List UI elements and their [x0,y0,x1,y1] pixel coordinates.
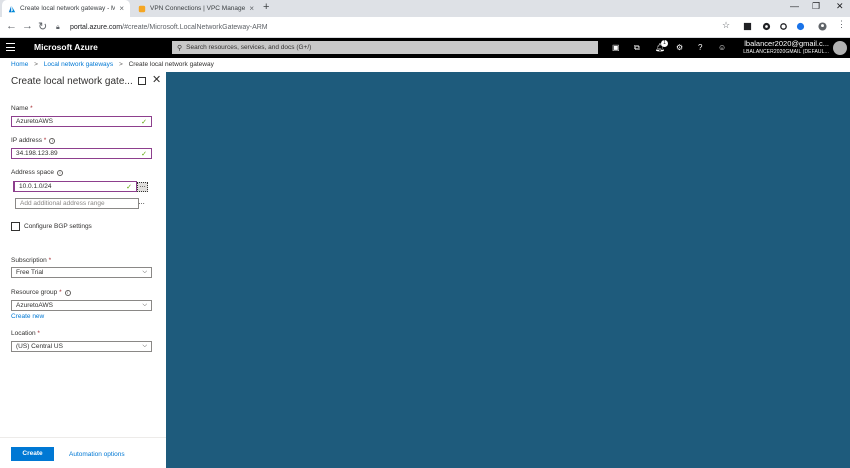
restore-icon[interactable]: ❐ [812,1,820,12]
info-icon: i [49,138,56,144]
name-field[interactable]: AzuretoAWS ✓ [11,116,152,127]
help-icon[interactable]: ? [698,43,702,52]
feedback-icon[interactable]: ☺ [718,43,726,52]
url-path: /#create/Microsoft.LocalNetworkGateway-A… [122,24,268,31]
account-tenant: LBALANCER2020GMAIL (DEFAUL... [743,49,829,55]
extension-icon[interactable] [743,22,752,31]
breadcrumb-local-network-gateways[interactable]: Local network gateways [44,61,113,68]
chevron-down-icon: ⌵ [142,302,147,308]
breadcrumb-home[interactable]: Home [11,61,28,68]
bgp-checkbox[interactable] [11,222,20,231]
resource-group-value: AzuretoAWS [16,302,53,309]
hamburger-menu-icon[interactable] [6,43,15,52]
settings-gear-icon[interactable]: ⚙ [676,43,683,52]
close-tab-icon[interactable]: × [249,4,254,13]
location-label: Location * [11,330,40,337]
reload-icon[interactable]: ↻ [38,20,47,33]
create-blade: Create local network gate... ✕ Name * Az… [0,72,166,468]
checkmark-icon: ✓ [126,183,132,191]
url-host: portal.azure.com [70,24,123,31]
lock-icon: 🔒︎ [56,23,60,31]
name-label: Name * [11,105,33,112]
new-tab-button[interactable]: + [263,1,269,13]
browser-tab-aws[interactable]: VPN Connections | VPC Managem × [132,0,260,17]
azure-icon [8,5,16,12]
cloud-shell-icon[interactable]: ▣ [612,43,620,52]
bgp-label: Configure BGP settings [24,223,92,230]
aws-icon [138,5,146,12]
breadcrumb-separator: > [118,61,123,68]
azure-brand[interactable]: Microsoft Azure [34,42,98,52]
browser-tab-title: VPN Connections | VPC Managem [150,5,246,12]
address-space-value: 10.0.1.0/24 [19,183,52,190]
subscription-select[interactable]: Free Trial ⌵ [11,267,152,278]
info-icon: i [57,170,63,176]
automation-options-link[interactable]: Automation options [69,451,125,458]
directory-filter-icon[interactable]: ⧉ [634,43,640,53]
checkmark-icon: ✓ [141,118,147,126]
ip-address-value: 34.198.123.89 [16,150,58,157]
row-more-options-icon[interactable]: ··· [137,182,148,192]
row-more-options-icon[interactable]: ··· [138,199,145,208]
subscription-label: Subscription * [11,257,52,264]
location-value: (US) Central US [16,343,63,350]
profile-icon[interactable] [818,22,827,31]
browser-toolbar: ← → ↻ 🔒︎ portal.azure.com/#create/Micros… [0,17,850,38]
breadcrumb: Home > Local network gateways > Create l… [11,61,214,68]
page-title: Create local network gate... [11,76,133,87]
ip-address-label: IP address * i [11,137,56,144]
subscription-value: Free Trial [16,269,44,276]
resource-group-select[interactable]: AzuretoAWS ⌵ [11,300,152,311]
info-icon: i [64,290,71,296]
notification-badge: 1 [661,40,668,47]
chevron-down-icon: ⌵ [142,269,147,275]
close-window-icon[interactable]: ✕ [836,1,844,12]
extension-icon[interactable] [796,22,805,31]
breadcrumb-separator: > [34,61,38,68]
more-menu-icon[interactable]: ⋮ [837,19,846,29]
account-menu[interactable]: lbalancer2020@gmail.c... LBALANCER2020GM… [743,40,829,56]
chevron-down-icon: ⌵ [142,343,147,349]
create-new-link[interactable]: Create new [11,313,44,320]
browser-tabstrip: Create local network gateway - M × VPN C… [0,0,850,17]
ip-address-field[interactable]: 34.198.123.89 ✓ [11,148,152,159]
create-button[interactable]: Create [11,447,54,461]
back-arrow-icon[interactable]: ← [6,20,17,32]
minimize-icon[interactable]: — [790,1,799,11]
browser-tab-azure[interactable]: Create local network gateway - M × [2,0,130,17]
address-space-label: Address space i [11,169,63,176]
name-value: AzuretoAWS [16,118,53,125]
search-placeholder: Search resources, services, and docs (G+… [186,44,312,51]
global-search-input[interactable]: ⚲ Search resources, services, and docs (… [172,41,598,54]
close-icon[interactable]: ✕ [152,73,161,86]
star-icon[interactable]: ☆ [722,20,731,30]
avatar[interactable] [833,41,847,55]
breadcrumb-current: Create local network gateway [128,61,214,68]
browser-tab-title: Create local network gateway - M [20,5,116,12]
footer-divider [0,437,166,438]
close-tab-icon[interactable]: × [119,4,124,13]
search-icon: ⚲ [177,44,183,52]
maximize-icon[interactable] [138,77,146,85]
resource-group-label: Resource group * i [11,289,71,296]
add-range-placeholder: Add additional address range [20,200,105,207]
settings-extension-icon[interactable] [779,22,788,31]
extension-icon[interactable] [762,22,771,31]
additional-address-range-input[interactable]: Add additional address range [15,198,139,209]
forward-arrow-icon[interactable]: → [22,20,33,32]
right-content-pane [166,72,850,468]
azure-top-bar: Microsoft Azure ⚲ Search resources, serv… [0,38,850,58]
address-bar[interactable]: 🔒︎ portal.azure.com/#create/Microsoft.Lo… [56,20,736,35]
account-user: lbalancer2020@gmail.c... [744,39,829,48]
address-space-field[interactable]: 10.0.1.0/24 ✓ [13,181,137,192]
location-select[interactable]: (US) Central US ⌵ [11,341,152,352]
checkmark-icon: ✓ [141,150,147,158]
